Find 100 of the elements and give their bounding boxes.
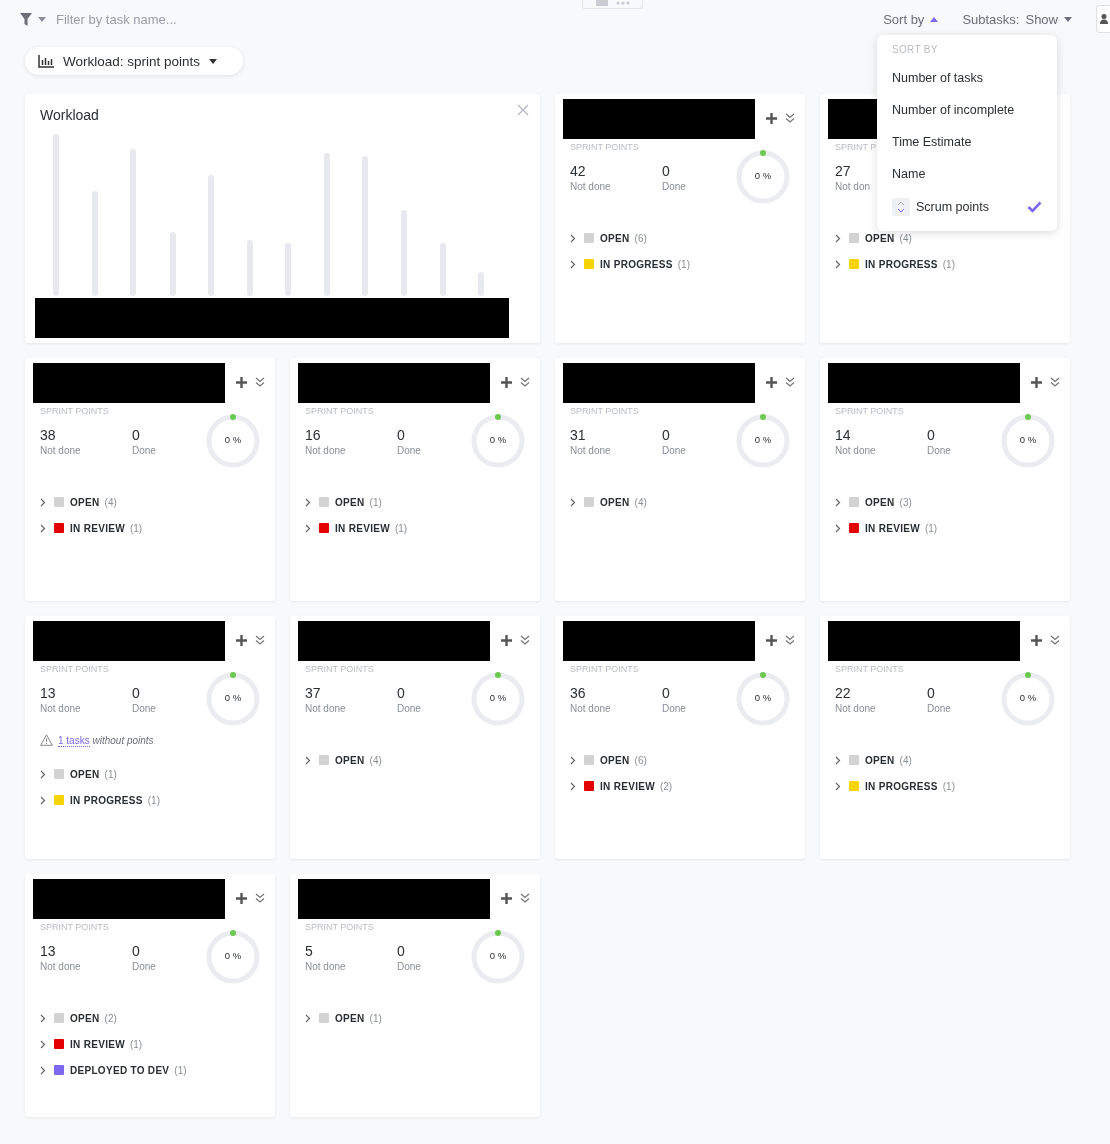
status-count: (6) [634, 754, 647, 766]
status-count: (1) [677, 258, 690, 270]
menu-header: SORT BY [891, 44, 939, 57]
done-label: Done [132, 703, 156, 714]
plus-icon[interactable] [766, 112, 777, 124]
done-label: Done [662, 445, 686, 456]
status-label: IN PROGRESS [865, 258, 938, 270]
double-chevron-icon[interactable] [255, 635, 265, 645]
chevron-icon [570, 755, 576, 765]
menu-item[interactable]: Time Estimate [877, 126, 1057, 158]
status-group[interactable]: IN REVIEW (2) [570, 779, 795, 793]
percent-text: 0 % [1018, 692, 1038, 703]
plus-icon[interactable] [1031, 634, 1042, 646]
double-chevron-icon[interactable] [520, 635, 530, 645]
status-group[interactable]: OPEN (1) [40, 767, 265, 781]
status-group[interactable]: OPEN (3) [835, 495, 1060, 509]
plus-icon[interactable] [1031, 376, 1042, 388]
plus-icon[interactable] [501, 376, 512, 388]
filter-field[interactable]: Filter by task name... [56, 11, 256, 27]
subtasks-button[interactable]: Subtasks: Show [962, 11, 1072, 27]
status-label: IN PROGRESS [70, 794, 143, 806]
status-count: (1) [924, 522, 938, 534]
status-label: OPEN [600, 754, 630, 766]
percent-text: 0 % [753, 170, 773, 181]
status-group[interactable]: OPEN (2) [40, 1011, 265, 1025]
not-done-value: 31 [570, 427, 586, 443]
status-count: (2) [659, 780, 673, 792]
user-button[interactable] [1096, 5, 1110, 33]
status-group[interactable]: IN REVIEW (1) [835, 521, 1060, 535]
chevron-icon [40, 769, 46, 779]
status-group[interactable]: IN PROGRESS (1) [570, 257, 795, 271]
status-count: (4) [634, 496, 647, 508]
sort-button[interactable]: Sort by [883, 11, 939, 27]
section-label: SPRINT POINTS [305, 406, 375, 416]
caret-icon[interactable] [38, 16, 46, 22]
not-done-label: Not don [835, 181, 871, 192]
plus-icon[interactable] [236, 892, 247, 904]
status-group[interactable]: OPEN (4) [835, 753, 1060, 767]
menu-item[interactable]: Number of tasks [877, 62, 1057, 94]
done-label: Done [397, 445, 421, 456]
plus-icon[interactable] [501, 634, 512, 646]
status-group[interactable]: OPEN (6) [570, 231, 795, 245]
status-group[interactable]: OPEN (1) [305, 495, 530, 509]
warning-text: 1 tasks without points [58, 734, 154, 746]
view-button[interactable]: Workload: sprint points [25, 47, 243, 75]
status-group[interactable]: OPEN (4) [40, 495, 265, 509]
chevron-icon [305, 755, 311, 765]
status-label: IN PROGRESS [865, 780, 938, 792]
double-chevron-icon[interactable] [785, 377, 795, 387]
section-label: SPRINT P [835, 142, 878, 152]
percent-text: 0 % [488, 434, 508, 445]
plus-icon[interactable] [501, 892, 512, 904]
status-group[interactable]: IN REVIEW (1) [305, 521, 530, 535]
double-chevron-icon[interactable] [520, 377, 530, 387]
person-icon [1100, 14, 1108, 24]
filter-icon[interactable] [20, 12, 32, 26]
status-group[interactable]: OPEN (4) [835, 231, 1060, 245]
caret-icon [1064, 16, 1072, 22]
tasks-link[interactable]: 1 tasks [58, 734, 90, 747]
status-group[interactable]: IN REVIEW (1) [40, 521, 265, 535]
plus-icon[interactable] [766, 634, 777, 646]
menu-item[interactable]: Number of incomplete [877, 94, 1057, 126]
status-group[interactable]: IN PROGRESS (1) [40, 793, 265, 807]
percent-text: 0 % [223, 434, 243, 445]
double-chevron-icon[interactable] [785, 635, 795, 645]
double-chevron-icon[interactable] [1050, 635, 1060, 645]
chevron-icon [570, 259, 576, 269]
check-icon [1027, 201, 1042, 213]
status-label: OPEN [70, 768, 100, 780]
plus-icon[interactable] [766, 376, 777, 388]
status-label: DEPLOYED TO DEV [70, 1064, 170, 1076]
status-count: (1) [369, 1012, 382, 1024]
double-chevron-icon[interactable] [1050, 377, 1060, 387]
chevron-icon [40, 1013, 46, 1023]
status-group[interactable]: IN PROGRESS (1) [835, 257, 1060, 271]
double-chevron-icon[interactable] [785, 113, 795, 123]
double-chevron-icon[interactable] [255, 377, 265, 387]
double-chevron-icon[interactable] [520, 893, 530, 903]
status-group[interactable]: OPEN (4) [305, 753, 530, 767]
progress-ring [205, 413, 261, 469]
chevron-icon [40, 1065, 46, 1075]
status-label: IN REVIEW [70, 522, 125, 534]
status-group[interactable]: OPEN (4) [570, 495, 795, 509]
chevron-icon [40, 795, 46, 805]
not-done-value: 14 [835, 427, 851, 443]
status-group[interactable]: IN REVIEW (1) [40, 1037, 265, 1051]
progress-ring [1000, 671, 1056, 727]
plus-icon[interactable] [236, 376, 247, 388]
menu-item[interactable]: Scrum points [877, 190, 1057, 224]
plus-icon[interactable] [236, 634, 247, 646]
status-group[interactable]: DEPLOYED TO DEV (1) [40, 1063, 265, 1077]
status-group[interactable]: OPEN (1) [305, 1011, 530, 1025]
not-done-value: 42 [570, 163, 586, 179]
done-value: 0 [132, 685, 140, 701]
double-chevron-icon[interactable] [255, 893, 265, 903]
status-group[interactable]: OPEN (6) [570, 753, 795, 767]
percent-text: 0 % [223, 692, 243, 703]
status-group[interactable]: IN PROGRESS (1) [835, 779, 1060, 793]
menu-item[interactable]: Name [877, 158, 1057, 190]
chevron-icon [835, 233, 841, 243]
